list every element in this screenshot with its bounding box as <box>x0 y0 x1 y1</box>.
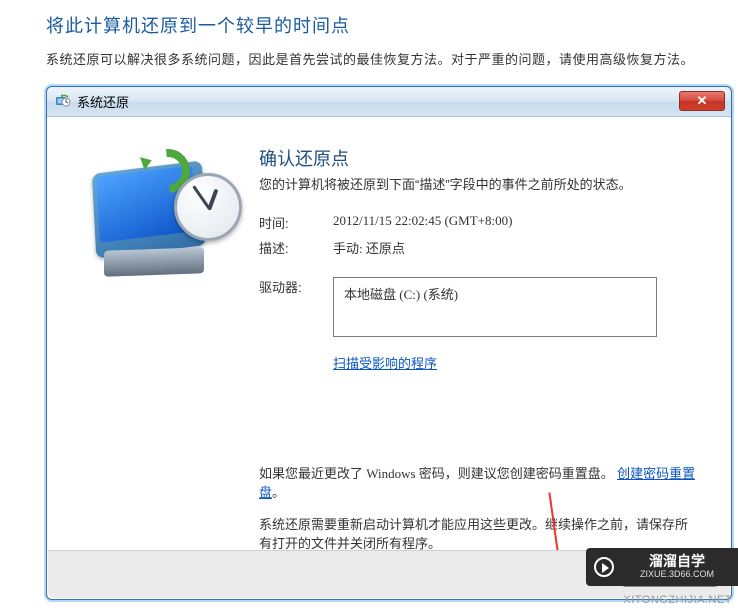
system-restore-icon <box>55 94 71 110</box>
desc-label: 描述: <box>259 238 333 257</box>
password-note: 如果您最近更改了 Windows 密码，则建议您创建密码重置盘。 创建密码重置盘… <box>259 464 699 503</box>
page-heading: 将此计算机还原到一个较早的时间点 <box>0 0 738 46</box>
time-value: 2012/11/15 22:02:45 (GMT+8:00) <box>333 213 512 232</box>
dialog-body: 确认还原点 您的计算机将被还原到下面“描述”字段中的事件之前所处的状态。 时间:… <box>47 117 731 549</box>
drives-label: 驱动器: <box>259 277 333 347</box>
watermark-corner: XITONGZHIJIA.NET <box>623 594 732 606</box>
confirm-subheading: 您的计算机将被还原到下面“描述”字段中的事件之前所处的状态。 <box>259 175 699 195</box>
titlebar: 系统还原 ✕ <box>47 87 731 117</box>
scan-affected-link[interactable]: 扫描受影响的程序 <box>333 353 437 372</box>
confirm-heading: 确认还原点 <box>259 145 699 171</box>
play-icon <box>594 557 614 577</box>
dialog-right-column: 确认还原点 您的计算机将被还原到下面“描述”字段中的事件之前所处的状态。 时间:… <box>259 145 709 549</box>
watermark-brand-text: 溜溜自学 <box>649 554 705 569</box>
close-button[interactable]: ✕ <box>679 91 725 111</box>
dialog-left-column <box>69 145 259 549</box>
watermark-brand: 溜溜自学 ZIXUE.3D66.COM <box>586 548 738 586</box>
drives-value: 本地磁盘 (C:) (系统) <box>344 287 458 302</box>
desc-value: 手动: 还原点 <box>333 238 405 257</box>
time-label: 时间: <box>259 213 333 232</box>
page-intro: 系统还原可以解决很多系统问题，因此是首先尝试的最佳恢复方法。对于严重的问题，请使… <box>0 46 738 68</box>
dialog-title: 系统还原 <box>77 92 129 111</box>
system-restore-dialog: 系统还原 ✕ 确认还原点 您的计算机将被还原到下面“描述”字段中的事件之前所处的… <box>46 86 732 600</box>
drives-listbox[interactable]: 本地磁盘 (C:) (系统) <box>333 277 657 337</box>
watermark-url: ZIXUE.3D66.COM <box>640 570 714 580</box>
password-note-text: 如果您最近更改了 Windows 密码，则建议您创建密码重置盘。 <box>259 466 614 481</box>
restore-clock-icon <box>84 151 244 286</box>
